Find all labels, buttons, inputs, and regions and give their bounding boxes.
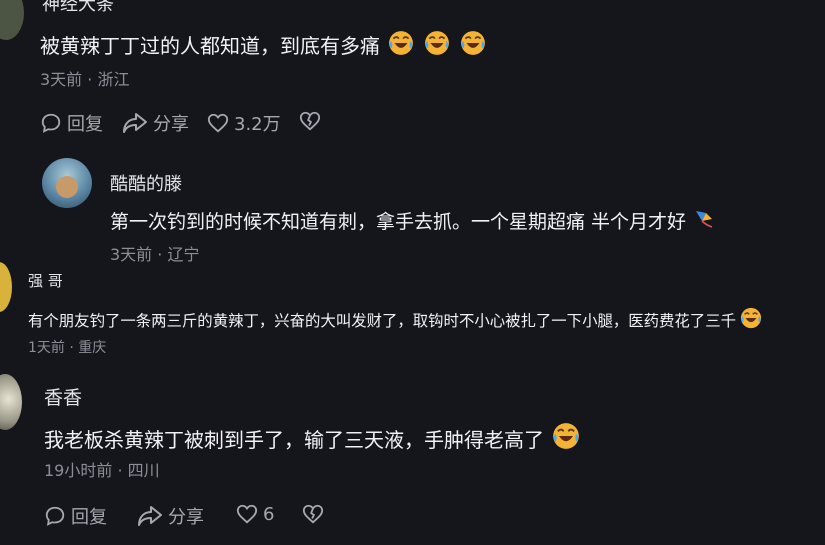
- laughing-crying-emoji-icon: [388, 30, 414, 56]
- like-count: 3.2万: [234, 114, 281, 135]
- reply-button[interactable]: 回复: [44, 503, 107, 529]
- reply-label: 回复: [71, 507, 107, 528]
- comment-body: 被黄辣丁丁过的人都知道，到底有多痛: [40, 34, 380, 58]
- heart-icon: [207, 113, 229, 133]
- share-label: 分享: [168, 507, 204, 528]
- laughing-crying-emoji-icon: [552, 422, 580, 450]
- laughing-crying-emoji-icon: [424, 30, 450, 56]
- avatar[interactable]: [0, 262, 12, 312]
- laughing-crying-emoji-icon: [460, 30, 486, 56]
- like-button[interactable]: 3.2万: [207, 110, 281, 136]
- reply-button[interactable]: 回复: [40, 110, 103, 136]
- commenter-name[interactable]: 酷酷的滕: [110, 170, 182, 196]
- avatar[interactable]: [0, 374, 22, 430]
- commenter-name[interactable]: 神经大条: [42, 0, 114, 16]
- heart-icon: [236, 504, 258, 524]
- dislike-button[interactable]: [299, 110, 321, 132]
- share-arrow-icon: [123, 113, 147, 133]
- comment-meta: 3天前 · 浙江: [40, 70, 130, 89]
- kite-emoji-icon: [692, 207, 716, 231]
- share-button[interactable]: 分享: [122, 110, 189, 136]
- broken-heart-icon: [302, 504, 324, 524]
- comment-bubble-icon: [45, 506, 65, 526]
- comment-text: 第一次钓到的时候不知道有刺，拿手去抓。一个星期超痛 半个月才好: [110, 207, 716, 234]
- comment-body: 有个朋友钓了一条两三斤的黄辣丁，兴奋的大叫发财了，取钩时不小心被扎了一下小腿，医…: [28, 312, 736, 330]
- reply-label: 回复: [67, 114, 103, 135]
- comment-text: 有个朋友钓了一条两三斤的黄辣丁，兴奋的大叫发财了，取钩时不小心被扎了一下小腿，医…: [28, 307, 762, 331]
- like-button[interactable]: 6: [236, 503, 274, 525]
- comment-meta: 1天前 · 重庆: [28, 340, 107, 356]
- comment-bubble-icon: [41, 113, 61, 133]
- comment-meta: 19小时前 · 四川: [44, 461, 160, 480]
- share-label: 分享: [153, 114, 189, 135]
- commenter-name[interactable]: 香香: [44, 383, 82, 410]
- dislike-button[interactable]: [302, 503, 324, 525]
- comment-body: 我老板杀黄辣丁被刺到手了，输了三天液，手肿得老高了: [44, 428, 544, 452]
- comment-body: 第一次钓到的时候不知道有刺，拿手去抓。一个星期超痛 半个月才好: [110, 211, 687, 233]
- broken-heart-icon: [299, 111, 321, 131]
- commenter-name[interactable]: 强 哥: [28, 270, 63, 291]
- share-button[interactable]: 分享: [137, 503, 204, 529]
- like-count: 6: [263, 503, 275, 525]
- share-arrow-icon: [138, 506, 162, 526]
- comment-text: 被黄辣丁丁过的人都知道，到底有多痛: [40, 30, 486, 59]
- laughing-crying-emoji-icon: [740, 307, 762, 329]
- comment-meta: 3天前 · 辽宁: [110, 245, 200, 264]
- avatar[interactable]: [0, 0, 24, 40]
- avatar[interactable]: [42, 158, 92, 208]
- comment-text: 我老板杀黄辣丁被刺到手了，输了三天液，手肿得老高了: [44, 422, 580, 453]
